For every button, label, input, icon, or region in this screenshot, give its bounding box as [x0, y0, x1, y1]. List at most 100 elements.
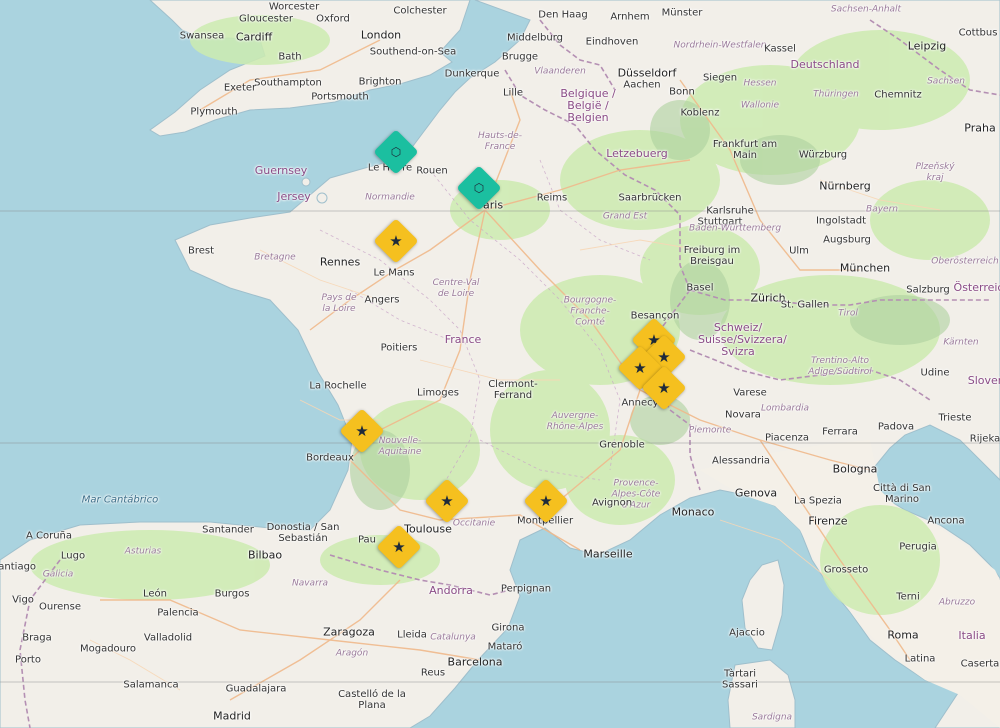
- map-label: Cottbus: [958, 27, 998, 39]
- map-label: Chemnitz: [874, 89, 922, 101]
- map-label: Marseille: [583, 547, 633, 561]
- map-label: Vlaanderen: [534, 66, 586, 77]
- map-label: Pau: [357, 534, 377, 546]
- map-label: Palencia: [157, 607, 199, 619]
- map-label: Bayern: [866, 204, 898, 215]
- map-label: Lugo: [60, 550, 86, 562]
- map-label: Bordeaux: [306, 452, 354, 464]
- map-label: Genova: [734, 486, 778, 500]
- map-label: Plzeňský kraj: [915, 162, 955, 183]
- map-label: Arnhem: [610, 11, 650, 23]
- map-label: Münster: [661, 7, 703, 19]
- map-label: Frankfurt am Main: [712, 139, 778, 161]
- map-label: Andorra: [429, 584, 473, 597]
- map-label: Roma: [887, 628, 919, 642]
- map-label: A Coruña: [25, 530, 73, 542]
- map-label: Clermont-Ferrand: [488, 379, 538, 401]
- map-label: Monaco: [671, 505, 715, 519]
- map-label: Bourgogne-Franche-Comté: [563, 295, 617, 328]
- map-label: Nordrhein-Westfalen: [673, 40, 767, 51]
- map-label: Normandie: [365, 192, 415, 203]
- map-label: Slover: [967, 374, 1000, 387]
- map-label: Abruzzo: [938, 597, 976, 608]
- map-label: München: [839, 261, 891, 275]
- map-marker[interactable]: ⬡: [456, 165, 502, 211]
- map-label: Oberösterreich: [931, 256, 999, 267]
- map-label: Koblenz: [680, 107, 720, 119]
- map-label: Castelló de la Plana: [338, 689, 406, 711]
- map-label: Brugge: [501, 51, 539, 63]
- map-label: Varese: [733, 387, 767, 399]
- map-label: Augsburg: [823, 234, 871, 246]
- map-label: Tàrtari: [723, 668, 757, 680]
- map-label: Navarra: [291, 578, 328, 589]
- map-marker[interactable]: ★: [523, 478, 569, 524]
- map-label: Alessandria: [711, 455, 771, 467]
- map-label: Thüringen: [813, 89, 859, 100]
- map-label: Ulm: [789, 245, 809, 257]
- map-label: Zaragoza: [323, 625, 375, 639]
- map-label: Santander: [202, 524, 254, 536]
- map-label: Bologna: [832, 462, 878, 476]
- map-label: Den Haag: [538, 9, 588, 21]
- map-label: Bilbao: [247, 548, 283, 562]
- map-label: Barcelona: [447, 655, 503, 669]
- map-label: Salamanca: [123, 679, 179, 691]
- star-icon: ★: [657, 379, 671, 397]
- map-marker[interactable]: ★: [373, 218, 419, 264]
- map-label: Grand Est: [602, 211, 648, 222]
- map-view[interactable]: Worcester Colchester Den Haag Arnhem Mün…: [0, 0, 1000, 728]
- map-label: Belgique / België / Belgien: [560, 87, 616, 124]
- map-label: France: [444, 333, 482, 346]
- map-label: Freiburg im Breisgau: [683, 245, 741, 267]
- map-label: Aragón: [335, 648, 369, 659]
- map-label: Latina: [904, 653, 936, 665]
- map-label: Poitiers: [380, 342, 418, 354]
- map-label: Basel: [686, 282, 714, 294]
- map-marker[interactable]: ⬡: [373, 129, 419, 175]
- map-label: Bonn: [669, 86, 695, 98]
- map-label: Cardiff: [235, 30, 273, 44]
- map-label: Letzebuerg: [606, 147, 668, 160]
- map-marker[interactable]: ★: [339, 408, 385, 454]
- map-label: La Rochelle: [309, 380, 367, 392]
- hexagon-icon: ⬡: [390, 145, 402, 159]
- map-marker[interactable]: ★: [641, 365, 687, 411]
- map-label: Ourense: [39, 601, 81, 613]
- map-label: Wallonie: [740, 100, 780, 111]
- map-label: Ancona: [927, 515, 965, 527]
- map-label: Perugia: [899, 541, 937, 553]
- map-label: Aachen: [623, 79, 661, 91]
- hexagon-icon: ⬡: [473, 181, 485, 195]
- map-label: Piacenza: [764, 432, 810, 444]
- map-label: Baden-Württemberg: [688, 223, 782, 234]
- map-label: Mogadouro: [79, 643, 137, 655]
- map-label: Girona: [491, 622, 525, 634]
- map-label: Lleida: [397, 629, 427, 641]
- map-label: Porto: [15, 654, 41, 666]
- map-label: Italia: [958, 629, 986, 642]
- map-marker[interactable]: ★: [376, 524, 422, 570]
- map-label: Mar Cantábrico: [81, 494, 159, 506]
- map-label: Deutschland: [790, 58, 860, 71]
- map-label: Rouen: [416, 165, 448, 177]
- map-label: Avignon: [591, 497, 633, 509]
- map-label: Tirol: [838, 308, 858, 319]
- map-label: Oxford: [316, 13, 350, 25]
- map-label: Pays de la Loire: [321, 293, 357, 314]
- map-label: Guernsey: [254, 164, 308, 177]
- map-label: Grenoble: [599, 439, 645, 451]
- map-label: Hessen: [743, 78, 777, 89]
- map-marker[interactable]: ★: [424, 478, 470, 524]
- map-label: Portsmouth: [311, 91, 369, 103]
- map-label: Kärnten: [943, 337, 979, 348]
- map-label: Exeter: [223, 82, 257, 94]
- map-label: Padova: [877, 421, 915, 433]
- map-label: Plymouth: [190, 106, 238, 118]
- map-label: Jersey: [277, 190, 311, 203]
- map-label: Braga: [22, 632, 52, 644]
- map-label: Burgos: [214, 588, 250, 600]
- map-label: Trentino-Alto Adige/Südtirol: [808, 356, 872, 377]
- map-label: Limoges: [417, 387, 459, 399]
- map-label: Galicia: [42, 569, 74, 580]
